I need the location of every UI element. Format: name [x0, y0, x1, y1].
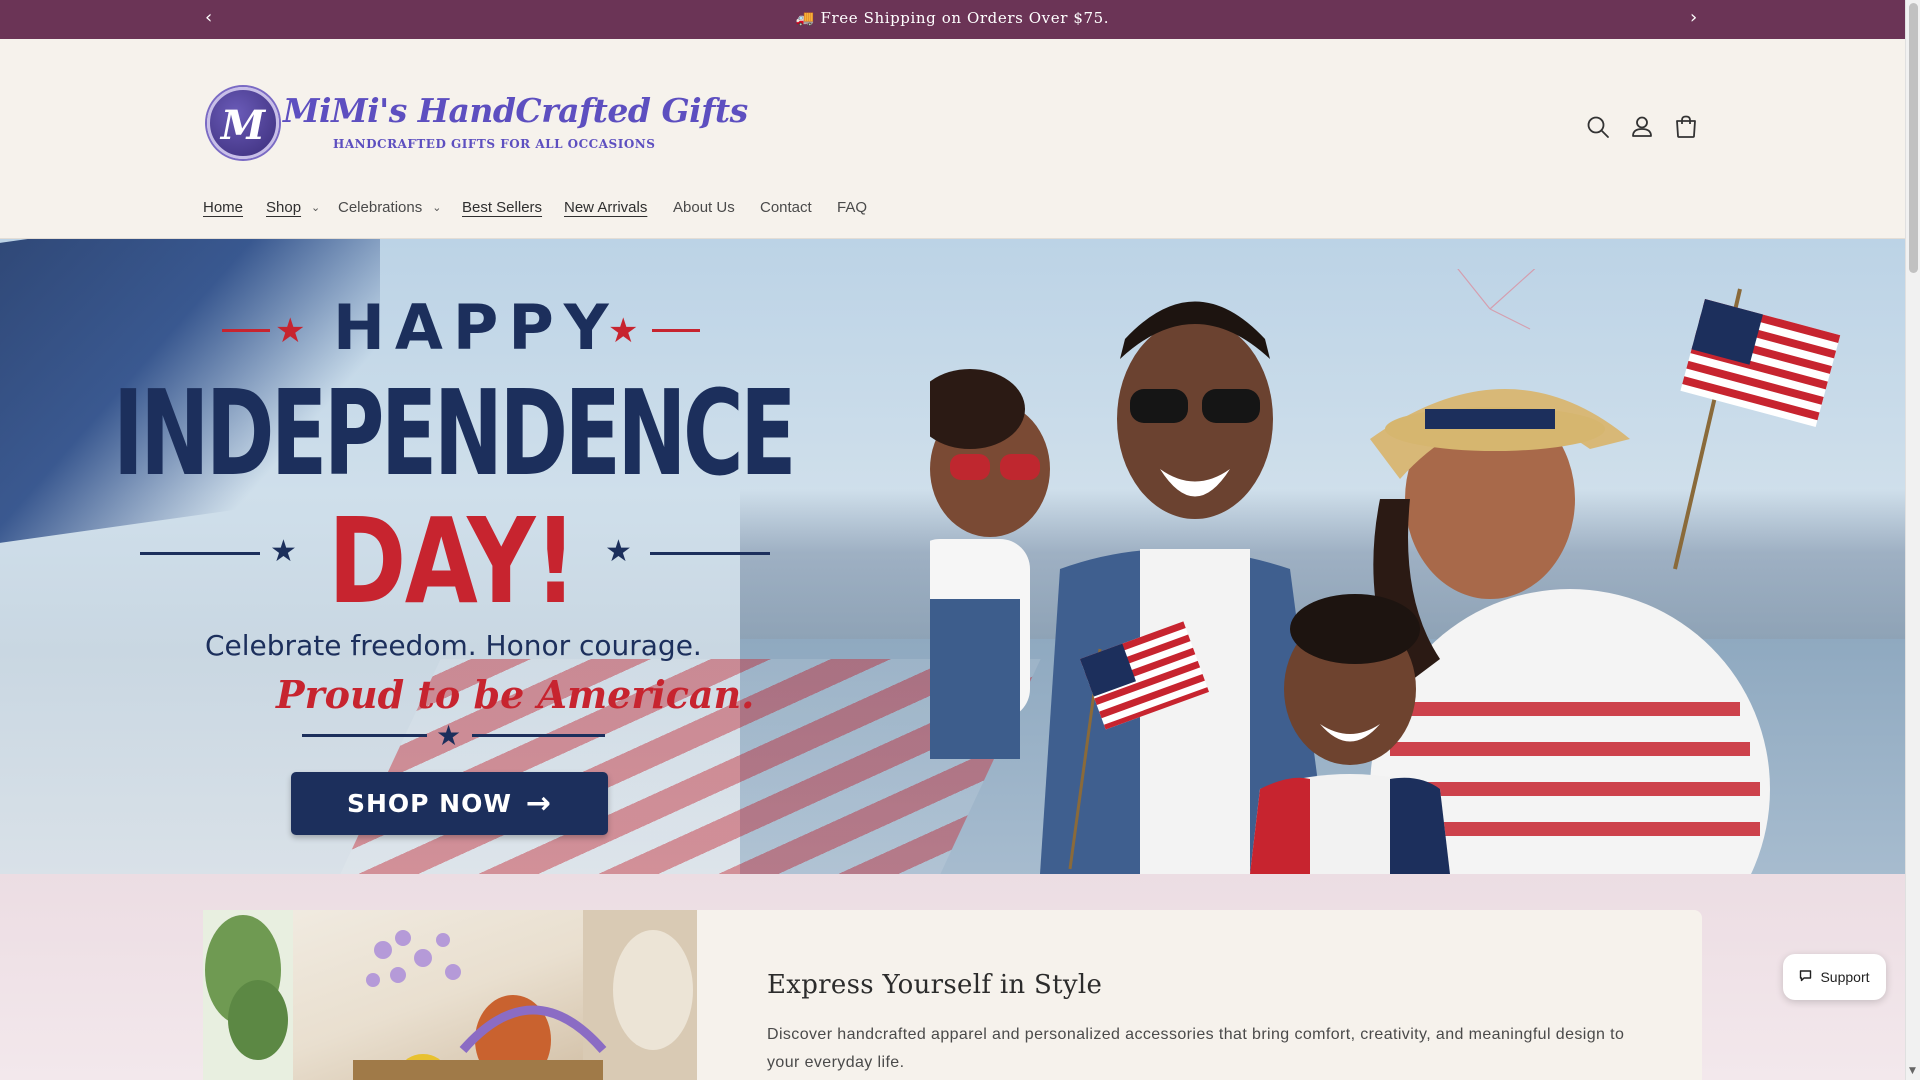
nav-home[interactable]: Home [203, 199, 243, 216]
star-icon: ★ [275, 311, 306, 351]
announcement-bar: ‹ 🚚 Free Shipping on Orders Over $75. › [0, 0, 1905, 39]
decor-line [650, 552, 770, 555]
shop-now-button[interactable]: SHOP NOW → [291, 772, 608, 835]
logo-emblem: M [207, 87, 279, 159]
decor-line [652, 329, 700, 332]
nav-celebrations-label: Celebrations [338, 199, 423, 216]
logo-name: MiMi's HandCrafted Gifts [283, 91, 748, 130]
feature-title: Express Yourself in Style [767, 970, 1103, 1000]
hero-line-independence: INDEPENDENCE [113, 364, 797, 502]
logo[interactable]: M MiMi's HandCrafted Gifts HANDCRAFTED G… [207, 87, 748, 165]
nav-contact[interactable]: Contact [760, 199, 812, 216]
feature-description: Discover handcrafted apparel and persona… [767, 1026, 1625, 1071]
hero-script: Proud to be American. [276, 672, 755, 717]
nav-best-sellers[interactable]: Best Sellers [462, 199, 542, 216]
nav-celebrations[interactable]: Celebrations ⌄ [338, 199, 441, 216]
shop-now-label: SHOP NOW [346, 789, 512, 818]
star-icon: ★ [270, 534, 297, 569]
hero-subtitle: Celebrate freedom. Honor courage. [205, 629, 702, 662]
decor-line [302, 734, 427, 737]
family-photo [930, 269, 1841, 874]
support-button[interactable]: Support [1783, 954, 1886, 1000]
site-header: M MiMi's HandCrafted Gifts HANDCRAFTED G… [0, 39, 1905, 239]
decor-line [140, 552, 260, 555]
logo-tagline: HANDCRAFTED GIFTS FOR ALL OCCASIONS [333, 137, 656, 151]
decor-line [222, 329, 270, 332]
announcement-text: 🚚 Free Shipping on Orders Over $75. [795, 9, 1110, 27]
nav-shop-label: Shop [266, 199, 302, 216]
chat-bubble-icon [1799, 969, 1812, 985]
nav-new-arrivals[interactable]: New Arrivals [564, 199, 647, 216]
star-icon: ★ [436, 719, 462, 752]
hero-banner[interactable]: ★ HAPPY ★ INDEPENDENCE ★ DAY! ★ Celebrat… [0, 239, 1905, 874]
support-label: Support [1820, 969, 1870, 985]
scrollbar-thumb[interactable] [1909, 3, 1918, 273]
cart-icon[interactable] [1672, 113, 1700, 141]
scroll-down-arrow-icon[interactable]: ▼ [1909, 1066, 1916, 1076]
chevron-down-icon: ⌄ [311, 202, 321, 214]
feature-section: Express Yourself in Style Discover handc… [0, 874, 1905, 1080]
page-scrollbar[interactable]: ▼ [1905, 0, 1920, 1080]
chevron-down-icon: ⌄ [432, 202, 442, 214]
feature-image [203, 910, 697, 1080]
hero-line-happy: HAPPY [333, 291, 619, 364]
star-icon: ★ [608, 311, 639, 351]
arrow-right-icon: → [525, 786, 553, 821]
nav-about-us[interactable]: About Us [673, 199, 735, 216]
feature-card: Express Yourself in Style Discover handc… [697, 910, 1702, 1080]
decor-line [472, 734, 605, 737]
hero-text: ★ HAPPY ★ INDEPENDENCE ★ DAY! ★ Celebrat… [0, 239, 900, 874]
account-icon[interactable] [1628, 113, 1656, 141]
chevron-right-icon[interactable]: › [1690, 9, 1697, 27]
nav-faq[interactable]: FAQ [837, 199, 867, 216]
star-icon: ★ [605, 534, 632, 569]
nav-shop[interactable]: Shop ⌄ [266, 199, 320, 216]
search-icon[interactable] [1584, 113, 1612, 141]
gift-basket-photo [203, 910, 697, 1080]
hero-line-day: DAY! [328, 492, 577, 630]
